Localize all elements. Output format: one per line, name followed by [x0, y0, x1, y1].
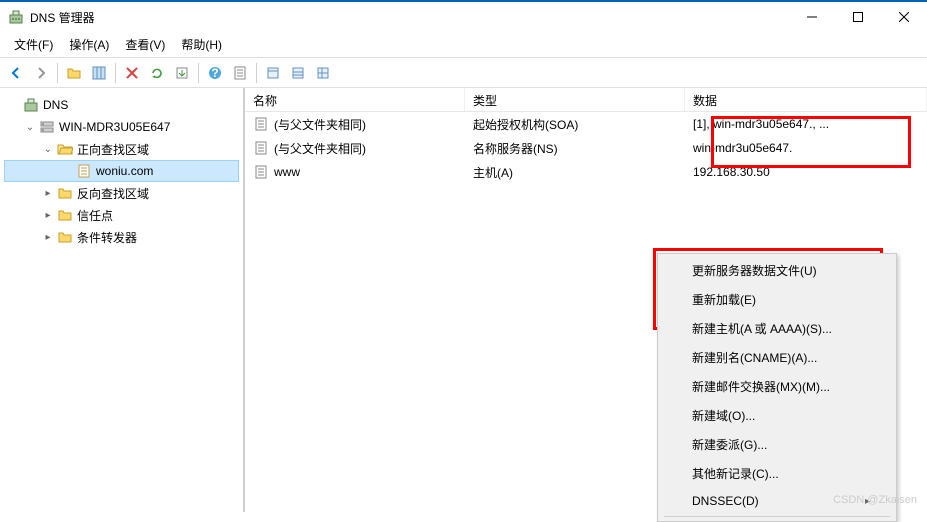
cell-type: 主机(A): [465, 162, 685, 183]
menu-action[interactable]: 操作(A): [61, 33, 117, 56]
add-remove-columns-button[interactable]: [87, 61, 111, 85]
ctx-new-alias[interactable]: 新建别名(CNAME)(A)...: [660, 343, 894, 372]
toolbar: ?: [0, 58, 927, 88]
cell-type: 名称服务器(NS): [465, 138, 685, 159]
close-button[interactable]: [881, 2, 927, 32]
cell-name: (与父文件夹相同): [245, 138, 465, 159]
cell-type: 起始授权机构(SOA): [465, 114, 685, 135]
tree-node-server[interactable]: ⌄ WIN-MDR3U05E647: [4, 116, 239, 138]
tree-label: 正向查找区域: [77, 141, 149, 158]
context-menu-separator: [664, 516, 890, 517]
tree-panel: ▸ DNS ⌄ WIN-MDR3U05E647 ⌄ 正向查找区域 ▸ woniu…: [0, 88, 245, 512]
tree-toggle-icon[interactable]: ▸: [40, 185, 56, 201]
cell-data: win-mdr3u05e647.: [685, 139, 927, 157]
forward-button[interactable]: [29, 61, 53, 85]
ctx-update-server-data[interactable]: 更新服务器数据文件(U): [660, 256, 894, 285]
tree-toggle-icon[interactable]: ▸: [40, 229, 56, 245]
col-header-type[interactable]: 类型: [465, 88, 685, 111]
server-icon: [39, 119, 55, 135]
cell-text: www: [274, 165, 300, 179]
back-button[interactable]: [4, 61, 28, 85]
toolbar-separator: [115, 63, 116, 83]
ctx-other-records[interactable]: 其他新记录(C)...: [660, 459, 894, 488]
menubar: 文件(F) 操作(A) 查看(V) 帮助(H): [0, 32, 927, 58]
window-controls: [789, 2, 927, 32]
details-button[interactable]: [311, 61, 335, 85]
cell-data: 192.168.30.50: [685, 163, 927, 181]
watermark: CSDN @Zkaisen: [833, 494, 917, 506]
refresh-button[interactable]: [145, 61, 169, 85]
cell-text: (与父文件夹相同): [274, 116, 366, 133]
tree-node-reverse-zone[interactable]: ▸ 反向查找区域: [4, 182, 239, 204]
svg-text:?: ?: [211, 66, 218, 80]
folder-button[interactable]: [62, 61, 86, 85]
tree-toggle-icon[interactable]: ⌄: [22, 119, 38, 135]
tree-label: DNS: [43, 98, 68, 112]
toolbar-separator: [198, 63, 199, 83]
cell-name: www: [245, 162, 465, 182]
cell-data: [1], win-mdr3u05e647., ...: [685, 115, 927, 133]
toolbar-separator: [57, 63, 58, 83]
list-button[interactable]: [286, 61, 310, 85]
minimize-button[interactable]: [789, 2, 835, 32]
ctx-new-delegation[interactable]: 新建委派(G)...: [660, 430, 894, 459]
tree-label: woniu.com: [96, 164, 153, 178]
tree-toggle-icon[interactable]: ▸: [40, 207, 56, 223]
tree-label: WIN-MDR3U05E647: [59, 120, 170, 134]
list-header: 名称 类型 数据: [245, 88, 927, 112]
tree-label: 反向查找区域: [77, 185, 149, 202]
tree-node-conditional-fwd[interactable]: ▸ 条件转发器: [4, 226, 239, 248]
menu-file[interactable]: 文件(F): [6, 33, 61, 56]
list-row[interactable]: www 主机(A) 192.168.30.50: [245, 160, 927, 184]
tree-toggle-icon[interactable]: ⌄: [40, 141, 56, 157]
tree-label: 信任点: [77, 207, 113, 224]
zone-icon: [76, 163, 92, 179]
app-icon: [8, 9, 24, 25]
tree-label: 条件转发器: [77, 229, 137, 246]
folder-icon: [57, 229, 73, 245]
filter-button[interactable]: [261, 61, 285, 85]
toolbar-separator: [256, 63, 257, 83]
context-menu: 更新服务器数据文件(U) 重新加载(E) 新建主机(A 或 AAAA)(S)..…: [657, 253, 897, 522]
record-icon: [253, 140, 269, 156]
tree-root-dns[interactable]: ▸ DNS: [4, 94, 239, 116]
properties-button[interactable]: [228, 61, 252, 85]
folder-icon: [57, 185, 73, 201]
ctx-new-mx[interactable]: 新建邮件交换器(MX)(M)...: [660, 372, 894, 401]
dns-icon: [23, 97, 39, 113]
folder-open-icon: [57, 141, 73, 157]
menu-help[interactable]: 帮助(H): [173, 33, 230, 56]
maximize-button[interactable]: [835, 2, 881, 32]
tree-node-zone[interactable]: ▸ woniu.com: [4, 160, 239, 182]
ctx-new-domain[interactable]: 新建域(O)...: [660, 401, 894, 430]
list-row[interactable]: (与父文件夹相同) 名称服务器(NS) win-mdr3u05e647.: [245, 136, 927, 160]
export-button[interactable]: [170, 61, 194, 85]
cell-name: (与父文件夹相同): [245, 114, 465, 135]
menu-view[interactable]: 查看(V): [117, 33, 173, 56]
list-row[interactable]: (与父文件夹相同) 起始授权机构(SOA) [1], win-mdr3u05e6…: [245, 112, 927, 136]
tree-node-forward-zone[interactable]: ⌄ 正向查找区域: [4, 138, 239, 160]
record-icon: [253, 116, 269, 132]
tree-node-trust-point[interactable]: ▸ 信任点: [4, 204, 239, 226]
col-header-name[interactable]: 名称: [245, 88, 465, 111]
delete-button[interactable]: [120, 61, 144, 85]
help-button[interactable]: ?: [203, 61, 227, 85]
titlebar: DNS 管理器: [0, 2, 927, 32]
record-icon: [253, 164, 269, 180]
folder-icon: [57, 207, 73, 223]
cell-text: (与父文件夹相同): [274, 140, 366, 157]
window-title: DNS 管理器: [30, 9, 789, 26]
ctx-reload[interactable]: 重新加载(E): [660, 285, 894, 314]
ctx-new-host[interactable]: 新建主机(A 或 AAAA)(S)...: [660, 314, 894, 343]
col-header-data[interactable]: 数据: [685, 88, 927, 111]
